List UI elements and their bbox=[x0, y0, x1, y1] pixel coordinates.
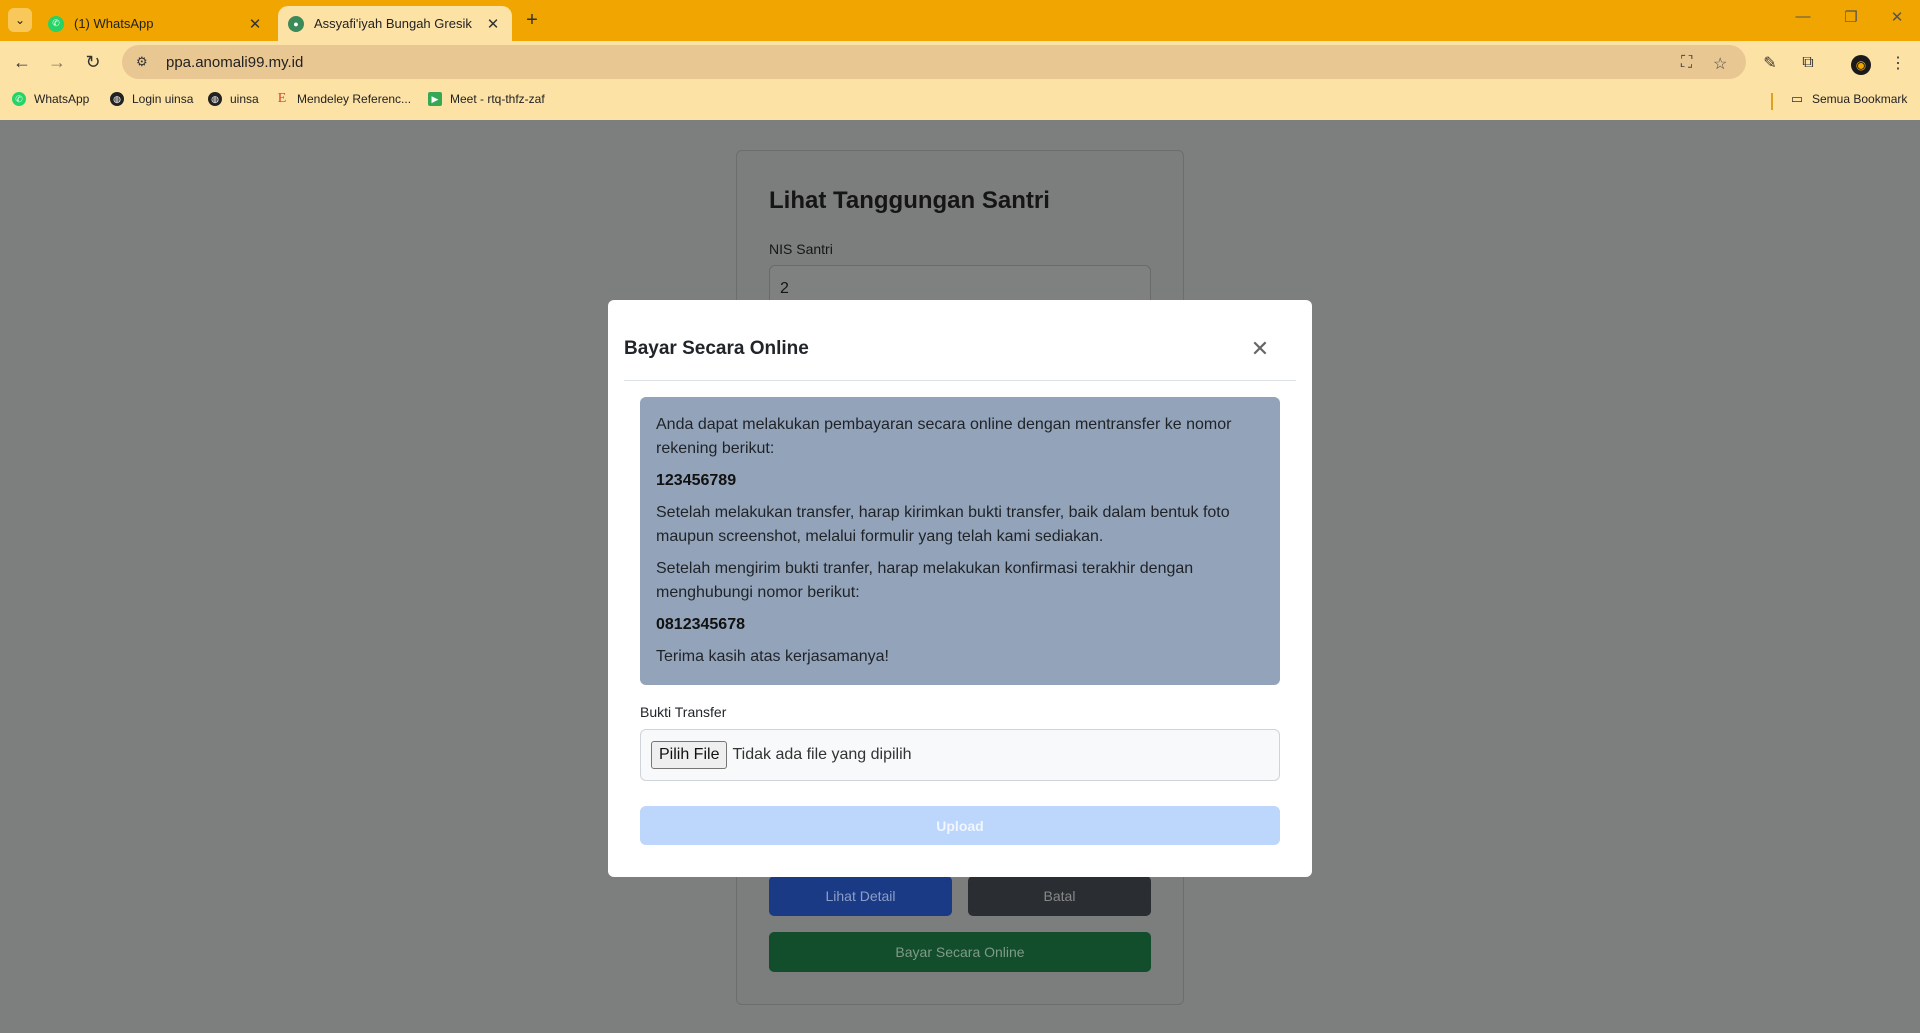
page-title: Lihat Tanggungan Santri bbox=[769, 187, 1050, 214]
close-icon[interactable]: ✕ bbox=[1248, 336, 1272, 362]
close-window-icon[interactable]: ✕ bbox=[1874, 8, 1920, 26]
new-tab-icon[interactable]: + bbox=[520, 8, 544, 32]
bookmark-meet[interactable]: ▶ Meet - rtq-thfz-zaf bbox=[428, 92, 545, 106]
whatsapp-icon: ✆ bbox=[48, 15, 64, 32]
tab-assyafiiyah[interactable]: ● Assyafi'iyah Bungah Gresik ✕ bbox=[278, 6, 512, 41]
file-input[interactable]: Pilih File Tidak ada file yang dipilih bbox=[640, 729, 1280, 781]
profile-avatar[interactable]: ◉ bbox=[1848, 50, 1874, 76]
bookmark-label: uinsa bbox=[230, 92, 259, 106]
upload-button[interactable]: Upload bbox=[640, 806, 1280, 845]
browser-toolbar: ← → ↻ ⚙ ppa.anomali99.my.id ⛶ ☆ ✎ ⧉ ◉ ⋮ bbox=[0, 41, 1920, 83]
bookmark-whatsapp[interactable]: ✆ WhatsApp bbox=[12, 92, 89, 106]
tab-title: Assyafi'iyah Bungah Gresik bbox=[314, 16, 472, 31]
bookmark-label: Mendeley Referenc... bbox=[297, 92, 412, 106]
bookmarks-bar: ✆ WhatsApp ◍ Login uinsa ◍ uinsa E Mende… bbox=[0, 83, 1920, 120]
instruction-text: Setelah melakukan transfer, harap kirimk… bbox=[656, 504, 1230, 545]
back-icon[interactable]: ← bbox=[9, 49, 35, 75]
bookmark-mendeley[interactable]: E Mendeley Referenc... bbox=[275, 91, 412, 106]
extensions-icon[interactable]: ⧉ bbox=[1795, 50, 1821, 76]
bookmark-label: WhatsApp bbox=[34, 92, 90, 106]
phone-number: 0812345678 bbox=[656, 616, 745, 633]
bookmark-label: Meet - rtq-thfz-zaf bbox=[450, 92, 545, 106]
tab-whatsapp[interactable]: ✆ (1) WhatsApp ✕ bbox=[38, 6, 274, 41]
payment-info-box: Anda dapat melakukan pembayaran secara o… bbox=[640, 397, 1280, 685]
tab-search-chevron-icon[interactable]: ⌄ bbox=[8, 8, 32, 32]
nis-input[interactable]: 2 bbox=[769, 265, 1151, 305]
batal-button[interactable]: Batal bbox=[968, 876, 1151, 916]
bookmarks-divider bbox=[1771, 93, 1773, 110]
bookmark-label: Login uinsa bbox=[132, 92, 194, 106]
confirm-text: Setelah mengirim bukti tranfer, harap me… bbox=[656, 560, 1194, 601]
bookmark-uinsa[interactable]: ◍ uinsa bbox=[208, 92, 259, 106]
whatsapp-icon: ✆ bbox=[12, 92, 26, 106]
url-text: ppa.anomali99.my.id bbox=[166, 53, 304, 71]
file-status: Tidak ada file yang dipilih bbox=[732, 746, 912, 763]
thanks-text: Terima kasih atas kerjasamanya! bbox=[656, 648, 889, 665]
globe-icon: ◍ bbox=[110, 92, 124, 106]
minimize-icon[interactable]: — bbox=[1780, 8, 1826, 25]
tab-bar: ⌄ ✆ (1) WhatsApp ✕ ● Assyafi'iyah Bungah… bbox=[0, 0, 1920, 41]
translate-icon[interactable]: ⛶ bbox=[1681, 54, 1692, 72]
intro-text: Anda dapat melakukan pembayaran secara o… bbox=[656, 416, 1232, 457]
meet-icon: ▶ bbox=[428, 92, 442, 106]
file-label: Bukti Transfer bbox=[640, 704, 727, 720]
reload-icon[interactable]: ↻ bbox=[80, 49, 106, 75]
pen-icon[interactable]: ✎ bbox=[1757, 50, 1783, 76]
modal-title: Bayar Secara Online bbox=[624, 338, 809, 359]
lihat-detail-button[interactable]: Lihat Detail bbox=[769, 876, 952, 916]
bookmark-login-uinsa[interactable]: ◍ Login uinsa bbox=[110, 92, 193, 106]
bookmark-star-icon[interactable]: ☆ bbox=[1713, 54, 1727, 74]
folder-icon: ▭ bbox=[1790, 91, 1804, 106]
bayar-online-button[interactable]: Bayar Secara Online bbox=[769, 932, 1151, 972]
payment-modal: Bayar Secara Online ✕ Anda dapat melakuk… bbox=[608, 300, 1312, 877]
account-number: 123456789 bbox=[656, 472, 737, 489]
nis-label: NIS Santri bbox=[769, 241, 833, 257]
restore-icon[interactable]: ❐ bbox=[1828, 8, 1874, 26]
close-tab-icon[interactable]: ✕ bbox=[484, 15, 502, 33]
bookmark-label: Semua Bookmark bbox=[1812, 92, 1908, 106]
all-bookmarks-folder[interactable]: ▭ Semua Bookmark bbox=[1790, 91, 1908, 106]
site-logo-icon: ● bbox=[288, 15, 304, 32]
globe-icon: ◍ bbox=[208, 92, 222, 106]
forward-icon[interactable]: → bbox=[44, 49, 70, 75]
close-tab-icon[interactable]: ✕ bbox=[246, 15, 264, 33]
site-info-icon[interactable]: ⚙ bbox=[136, 54, 156, 70]
mendeley-icon: E bbox=[277, 91, 287, 106]
choose-file-button[interactable]: Pilih File bbox=[651, 741, 728, 769]
menu-icon[interactable]: ⋮ bbox=[1885, 50, 1911, 76]
address-bar[interactable]: ⚙ ppa.anomali99.my.id bbox=[122, 45, 1746, 79]
tab-title: (1) WhatsApp bbox=[74, 16, 154, 31]
